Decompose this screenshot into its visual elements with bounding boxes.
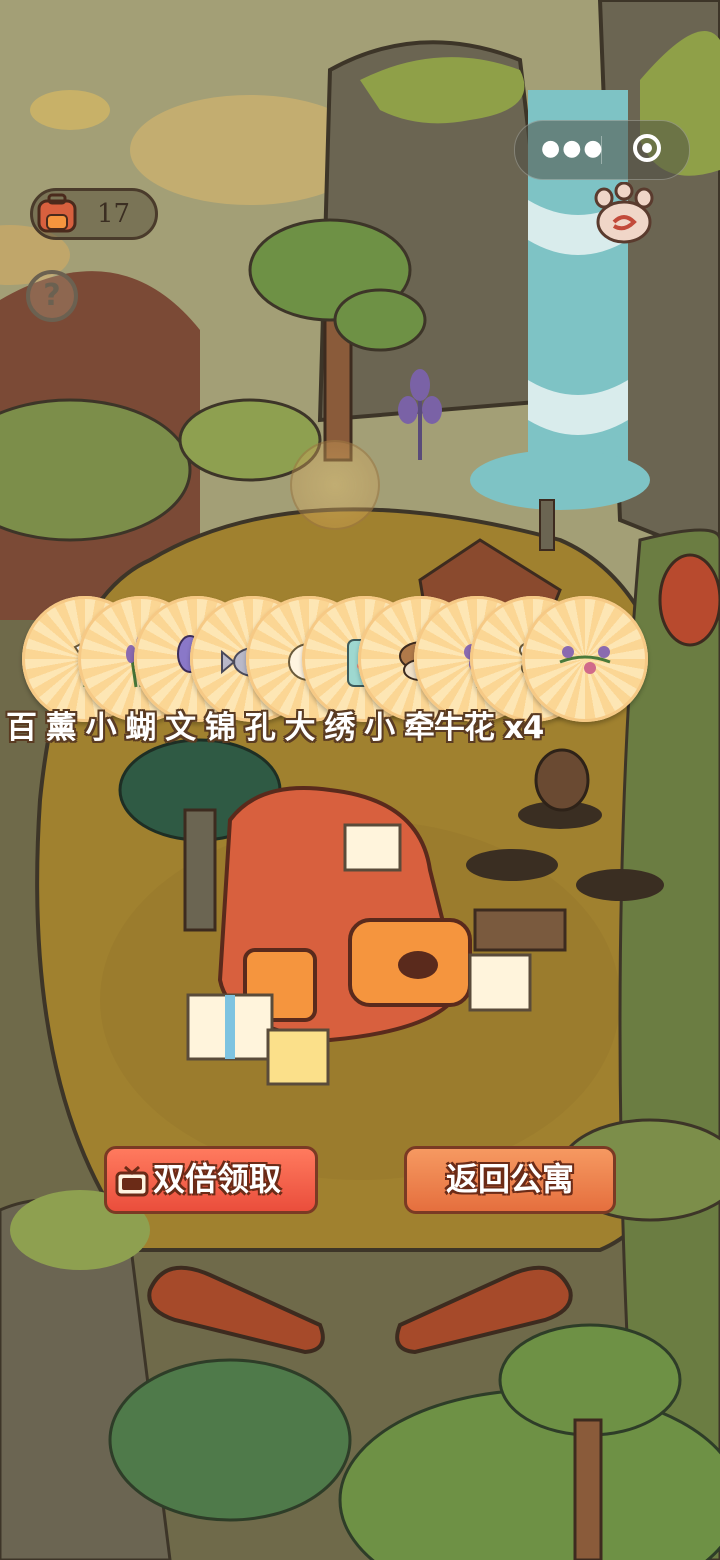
double-claim-label: 双倍领取 xyxy=(153,1160,282,1198)
help-button[interactable]: ? xyxy=(26,270,78,322)
return-apartment-button[interactable]: 返回公寓 xyxy=(404,1146,616,1214)
more-icon[interactable]: ●●● xyxy=(541,138,605,160)
reward-row: 百 薰 小 蝴 文 锦 孔 大 绣 小 牵牛花 x4 xyxy=(0,596,720,746)
backpack-counter[interactable]: 17 xyxy=(30,188,158,240)
capsule-divider xyxy=(601,136,602,164)
pinball-ghost xyxy=(290,440,380,530)
morning-glory-icon xyxy=(559,646,611,674)
backpack-icon xyxy=(37,193,77,233)
close-target-icon[interactable] xyxy=(633,134,661,162)
tv-ad-icon xyxy=(115,1165,149,1197)
miniprogram-capsule: ●●● xyxy=(514,120,690,180)
backpack-count: 17 xyxy=(97,199,131,229)
paw-back-icon[interactable] xyxy=(590,182,658,246)
reward-label: 百 薰 小 蝴 文 锦 孔 大 绣 小 牵牛花 x4 xyxy=(6,710,544,746)
double-claim-button[interactable]: 双倍领取 xyxy=(104,1146,318,1214)
